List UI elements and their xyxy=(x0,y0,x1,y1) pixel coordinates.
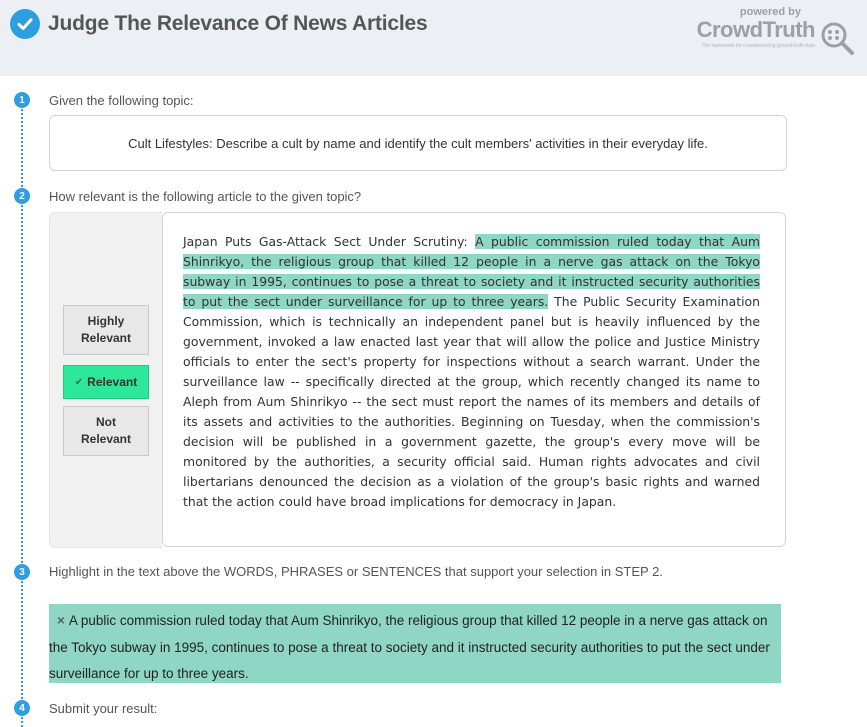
relevant-button[interactable]: ✔ Relevant xyxy=(63,365,149,399)
step-2-badge: 2 xyxy=(14,188,30,204)
check-circle-icon xyxy=(10,9,40,39)
magnifier-icon xyxy=(821,22,854,55)
article-body: The Public Security Examination Commissi… xyxy=(183,294,760,509)
header-bar: Judge The Relevance Of News Articles pow… xyxy=(0,0,867,76)
article-text[interactable]: Japan Puts Gas-Attack Sect Under Scrutin… xyxy=(183,232,761,512)
topic-text: Cult Lifestyles: Describe a cult by name… xyxy=(128,135,708,151)
remove-highlight-icon[interactable]: × xyxy=(57,613,65,628)
step-1-label: Given the following topic: xyxy=(49,93,194,108)
step-3-badge: 3 xyxy=(14,564,30,580)
step-1-badge: 1 xyxy=(14,92,30,108)
relevant-label: Relevant xyxy=(87,374,138,389)
article-headline: Japan Puts Gas-Attack Sect Under Scrutin… xyxy=(183,234,476,249)
step-2-label: How relevant is the following article to… xyxy=(49,189,362,204)
article-box: Japan Puts Gas-Attack Sect Under Scrutin… xyxy=(162,212,786,547)
topic-box: Cult Lifestyles: Describe a cult by name… xyxy=(49,115,787,171)
brand-name: CrowdTruth xyxy=(696,17,816,42)
highlighted-selection: × A public commission ruled today that Au… xyxy=(49,604,781,683)
step-4-badge: 4 xyxy=(14,700,30,716)
crowdtruth-logo: powered by CrowdTruth The framework for … xyxy=(696,4,859,55)
page-title: Judge The Relevance Of News Articles xyxy=(48,12,428,35)
highlighted-selection-text: A public commission ruled today that Aum… xyxy=(49,613,770,681)
brand-tagline: The framework for crowdsourcing ground t… xyxy=(701,43,815,49)
check-icon: ✔ xyxy=(74,376,84,388)
highly-relevant-button[interactable]: Highly Relevant xyxy=(63,305,149,355)
highly-relevant-label: Highly Relevant xyxy=(80,314,132,345)
not-relevant-label: Not Relevant xyxy=(80,415,132,446)
step-3-label: Highlight in the text above the WORDS, P… xyxy=(49,564,663,579)
not-relevant-button[interactable]: Not Relevant xyxy=(63,406,149,456)
relevance-options: Highly Relevant ✔ Relevant Not Relevant xyxy=(49,212,162,548)
step-4-label: Submit your result: xyxy=(49,701,158,716)
